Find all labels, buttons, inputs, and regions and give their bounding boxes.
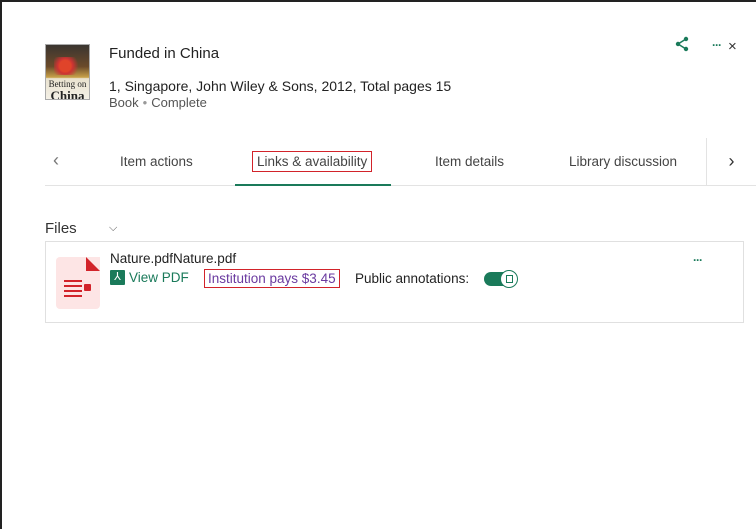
item-meta: 1, Singapore, John Wiley & Sons, 2012, T…	[109, 78, 452, 94]
tab-bar: ‹ Item actions Links & availability Item…	[45, 138, 756, 186]
public-annotations-toggle[interactable]	[484, 270, 518, 288]
view-pdf-label: View PDF	[129, 270, 189, 285]
file-more-options-icon[interactable]: ···	[693, 253, 703, 267]
close-icon[interactable]: ×	[728, 38, 737, 55]
public-annotations-label: Public annotations:	[355, 271, 470, 286]
files-section-label: Files	[45, 220, 77, 237]
institution-pays-link[interactable]: Institution pays $3.45	[204, 269, 340, 288]
tab-links-availability[interactable]: Links & availability	[252, 151, 373, 172]
chevron-down-icon[interactable]: ⌵	[109, 222, 117, 235]
cover-text-bottom: China	[50, 88, 85, 100]
book-cover: Betting on China	[45, 44, 90, 100]
file-card: Nature.pdfNature.pdf ⅄ View PDF Institut…	[45, 241, 744, 323]
pdf-file-icon	[56, 257, 100, 309]
tab-prev-icon[interactable]: ‹	[53, 150, 59, 171]
tab-item-actions[interactable]: Item actions	[120, 154, 193, 169]
active-tab-indicator	[235, 184, 391, 186]
share-icon[interactable]	[674, 36, 690, 52]
item-title: Funded in China	[109, 45, 220, 62]
item-type: Book	[109, 95, 139, 110]
file-name: Nature.pdfNature.pdf	[110, 251, 237, 266]
view-pdf-link[interactable]: ⅄ View PDF	[110, 270, 189, 285]
tab-next-icon[interactable]: ›	[706, 138, 756, 185]
toggle-knob	[500, 270, 518, 288]
item-type-status: Book • Complete	[109, 95, 207, 110]
tab-item-details[interactable]: Item details	[435, 154, 504, 169]
acrobat-icon: ⅄	[110, 270, 125, 285]
tab-library-discussion[interactable]: Library discussion	[569, 154, 677, 169]
more-options-icon[interactable]: ···	[712, 38, 722, 52]
item-status: Complete	[151, 95, 207, 110]
